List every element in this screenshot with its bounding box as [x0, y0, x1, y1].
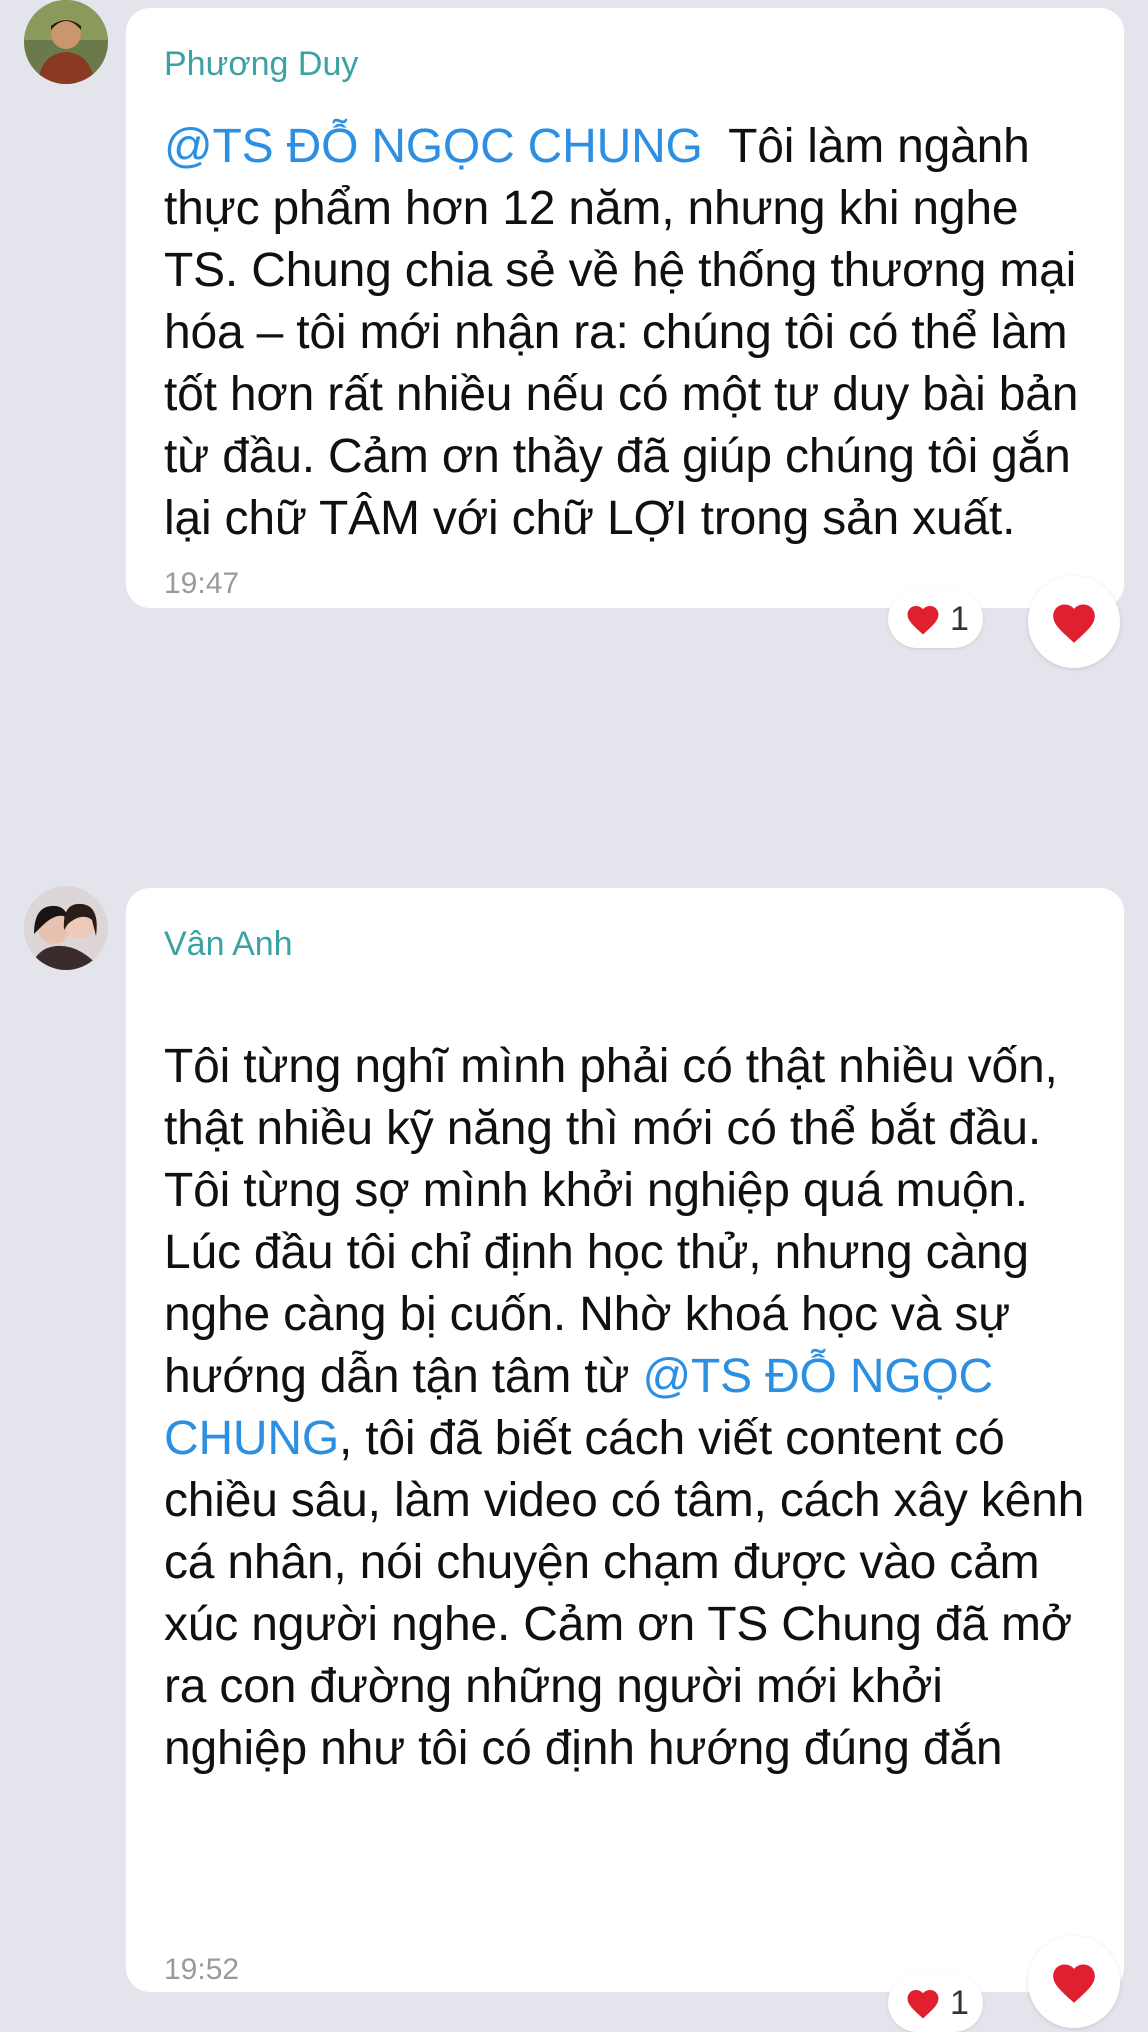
heart-icon: [907, 606, 939, 635]
message-text: @TS ĐỖ NGỌC CHUNG Tôi làm ngành thực phẩ…: [164, 116, 1088, 552]
message-text-part: , tôi đã biết cách viết content có chiều…: [164, 1412, 1085, 1775]
reaction-count-chip[interactable]: 1: [888, 1974, 983, 2032]
heart-icon: [1053, 1964, 1095, 2003]
mention-link[interactable]: @TS ĐỖ NGỌC CHUNG: [164, 120, 703, 173]
message-text-part: Tôi làm ngành thực phẩm hơn 12 năm, nhưn…: [164, 120, 1092, 545]
reaction-count-chip[interactable]: 1: [888, 590, 983, 648]
sender-name[interactable]: Phương Duy: [164, 38, 1088, 90]
avatar[interactable]: [24, 886, 108, 970]
heart-icon: [907, 1990, 939, 2019]
react-button[interactable]: [1028, 576, 1120, 668]
message-bubble[interactable]: Vân Anh Tôi từng nghĩ mình phải có thật …: [126, 888, 1124, 1992]
avatar[interactable]: [24, 0, 108, 84]
reaction-count: 1: [950, 599, 969, 638]
react-button[interactable]: [1028, 1936, 1120, 2028]
sender-name[interactable]: Vân Anh: [164, 918, 1088, 970]
message-text: Tôi từng nghĩ mình phải có thật nhiều vố…: [164, 1036, 1088, 1936]
heart-icon: [1053, 604, 1095, 643]
message-text-part: Tôi từng nghĩ mình phải có thật nhiều vố…: [164, 1040, 1058, 1403]
reaction-count: 1: [950, 1983, 969, 2022]
message-bubble[interactable]: Phương Duy @TS ĐỖ NGỌC CHUNG Tôi làm ngà…: [126, 8, 1124, 608]
